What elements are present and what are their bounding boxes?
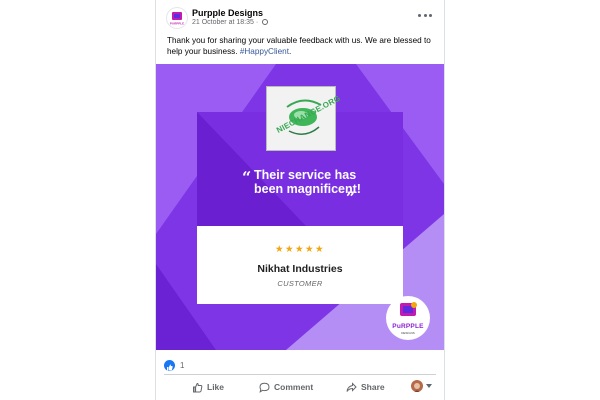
more-options-icon[interactable] (418, 10, 432, 20)
page-name-link[interactable]: Purpple Designs (192, 8, 263, 18)
reactions-summary[interactable]: 1 (164, 358, 184, 372)
rating-stars: ★★★★★ (274, 244, 326, 255)
user-avatar (411, 380, 423, 392)
post-caption: Thank you for sharing your valuable feed… (167, 35, 435, 57)
post-meta: 21 October at 18:35 · (192, 19, 269, 26)
customer-name: Nikhat Industries (257, 263, 343, 275)
close-quote-icon: ” (346, 188, 356, 207)
brand-logo-sub: DESIGNS (401, 331, 415, 335)
comment-icon (259, 382, 270, 393)
svg-text:PURPPLE: PURPPLE (170, 22, 184, 26)
divider (164, 374, 436, 375)
reaction-identity-selector[interactable] (411, 380, 432, 392)
globe-icon (262, 19, 269, 25)
reaction-count: 1 (180, 360, 185, 370)
share-icon (346, 381, 357, 392)
brand-logo: PuRPPLE DESIGNS (386, 296, 430, 340)
post-timestamp[interactable]: 21 October at 18:35 · (192, 19, 258, 26)
page-avatar[interactable]: PURPPLE (167, 8, 187, 28)
comment-label: Comment (274, 382, 314, 392)
post-card: PURPPLE Purpple Designs 21 October at 18… (156, 0, 444, 400)
comment-button[interactable]: Comment (259, 380, 313, 394)
customer-role: CUSTOMER (277, 279, 323, 288)
caption-suffix: . (288, 47, 292, 56)
post-actions: Like Comment Share (164, 376, 436, 400)
share-label: Share (361, 382, 385, 392)
thumbs-up-icon (193, 382, 203, 392)
chevron-down-icon (426, 384, 432, 388)
testimonial-card: ★★★★★ Nikhat Industries CUSTOMER (197, 226, 403, 304)
caption-text: Thank you for sharing your valuable feed… (167, 36, 431, 56)
like-icon (164, 359, 175, 371)
hashtag-link[interactable]: #HappyClient (240, 47, 289, 56)
like-label: Like (207, 382, 225, 392)
like-button[interactable]: Like (192, 380, 224, 394)
brand-logo-word: PuRPPLE (392, 323, 424, 330)
post-header: PURPPLE Purpple Designs 21 October at 18… (156, 0, 444, 32)
share-button[interactable]: Share (346, 380, 385, 394)
post-image[interactable]: NIECHANGE.ORG “ Their service has been m… (156, 64, 444, 350)
client-logo-stamp: NIECHANGE.ORG (266, 86, 342, 151)
